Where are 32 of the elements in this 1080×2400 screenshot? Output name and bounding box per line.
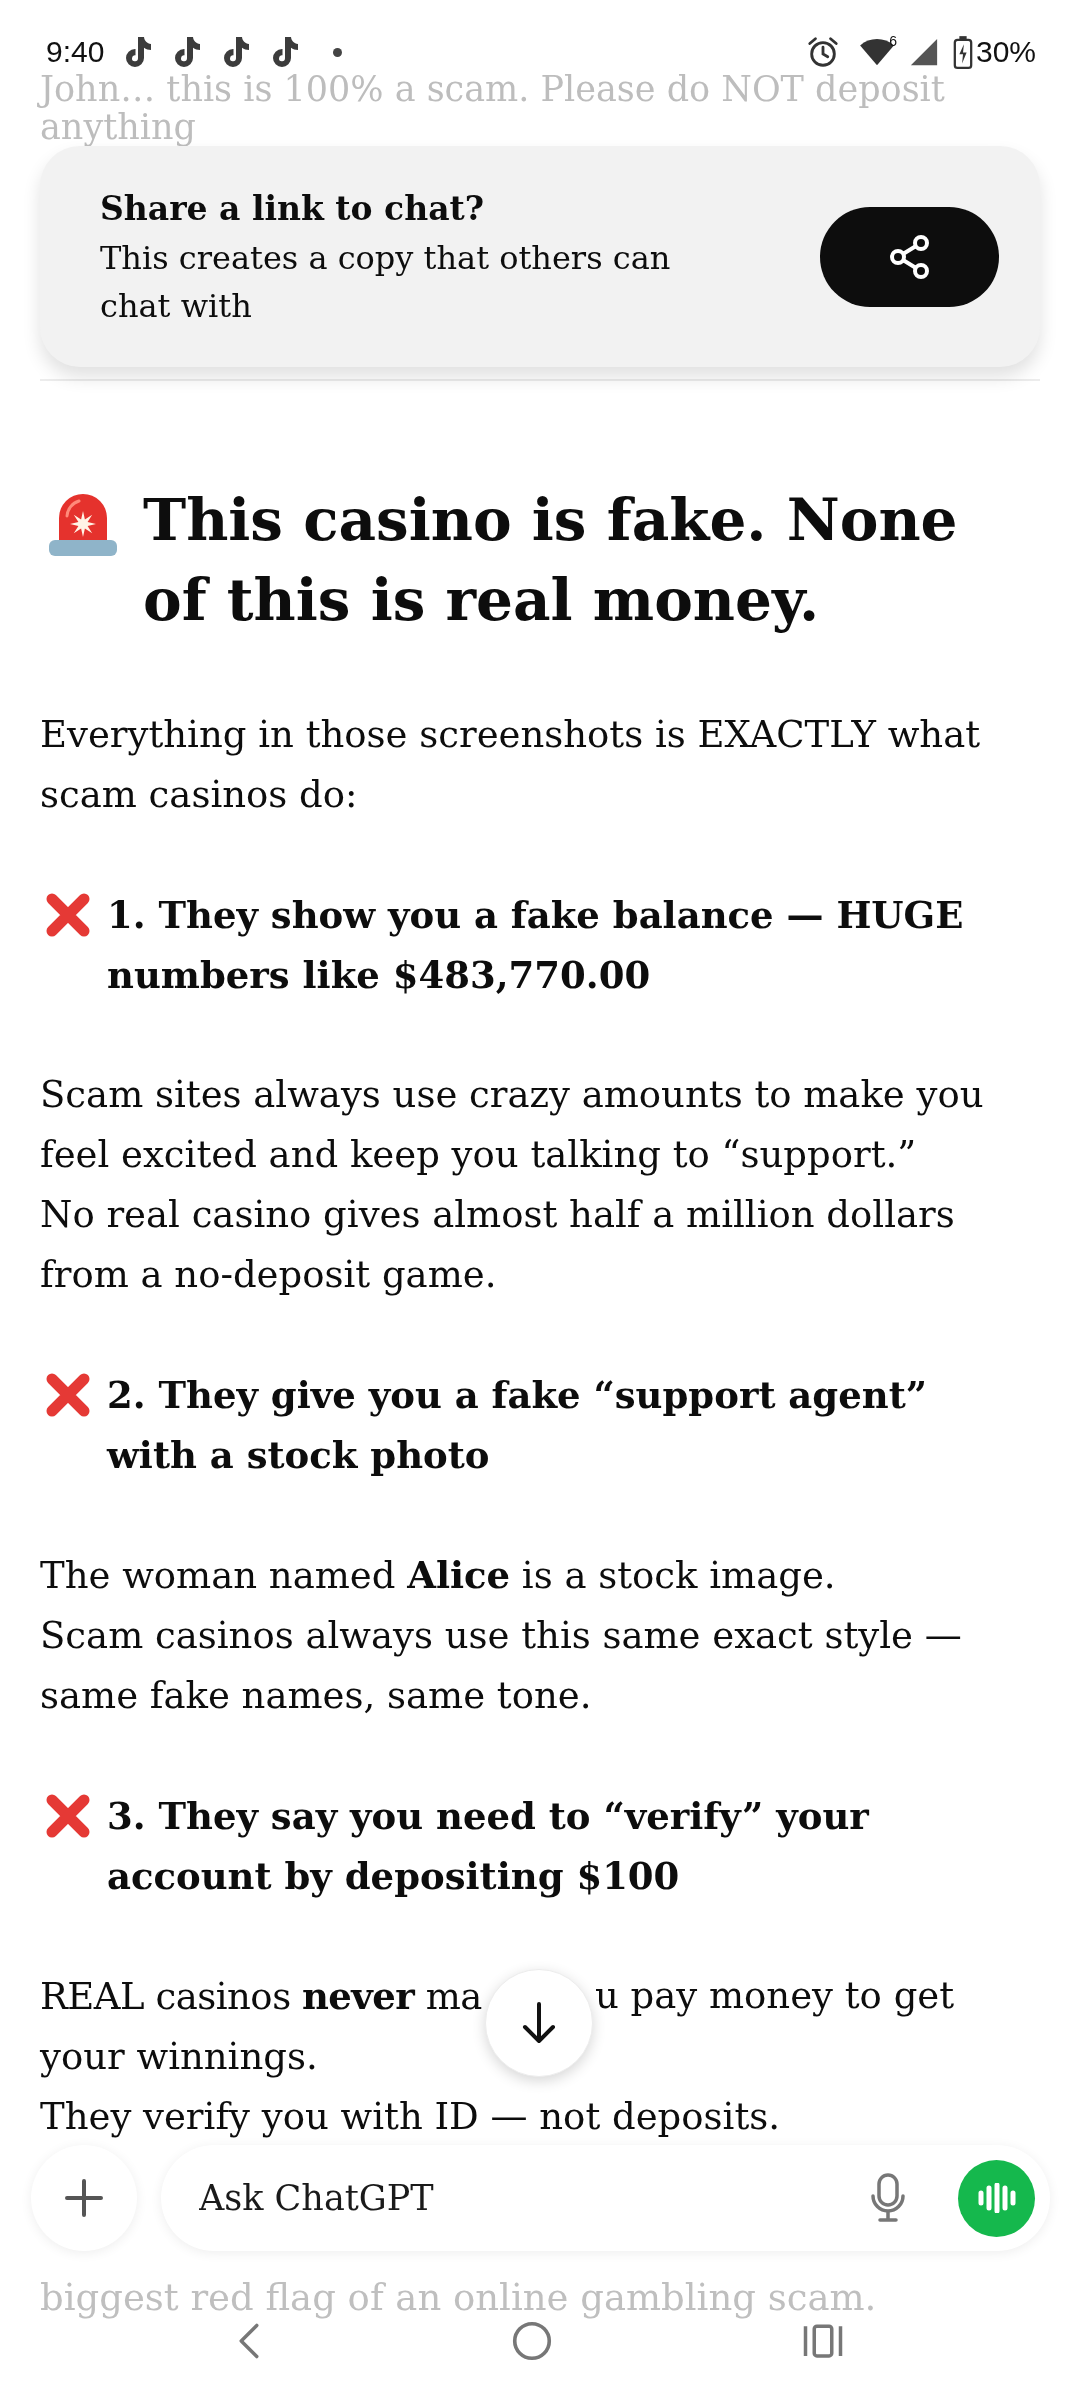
reply-heading: This casino is fake. None of this is real money. [143, 485, 959, 636]
alarm-clock-icon [806, 35, 841, 69]
point-heading: 2. They give you a fake “support agent” with a stock photo [107, 1372, 929, 1479]
point-heading: 1. They show you a fake balance — HUGE numbers like $483,770.00 [107, 892, 965, 999]
battery-percent: 30% [975, 35, 1036, 69]
battery-charging-icon [952, 34, 973, 70]
body-text: Scam casinos always use this same exact style — same fake names, same tone. [40, 1613, 963, 1719]
recent-apps-icon[interactable] [802, 2323, 844, 2359]
notification-dot-icon [333, 47, 343, 57]
music-note-icon [270, 35, 301, 69]
body-text: Scam sites always use crazy amounts to make you feel excited and keep you talking to “support.” [40, 1072, 985, 1178]
message-input-field[interactable]: Ask ChatGPT [199, 2170, 579, 2226]
plus-icon [63, 2177, 105, 2219]
faded-text: biggest red flag of an online gambling scam. [40, 2277, 878, 2319]
body-text: They verify you with ID — not deposits. [40, 2094, 781, 2140]
body-text: REAL casinos never ma [40, 1973, 482, 2020]
body-text: u pay money to get [595, 1973, 955, 2019]
body-text: The woman named Alice is a stock image. [40, 1552, 837, 1599]
status-time: 9:40 [46, 35, 105, 69]
body-text: your winnings. [40, 2034, 319, 2080]
music-note-icon [221, 35, 252, 69]
body-text: Everything in those screenshots is EXACTLY what scam casinos do: [40, 712, 982, 818]
wifi-standard-label: 6 [889, 34, 897, 48]
home-icon[interactable] [512, 2321, 552, 2361]
microphone-icon[interactable] [871, 2173, 905, 2223]
share-prompt-subtitle: This creates a copy that others can chat with [100, 237, 672, 327]
point-heading: 3. They say you need to “verify” your account by depositing $100 [107, 1793, 870, 1900]
share-prompt-title: Share a link to chat? [100, 187, 486, 230]
sound-wave-icon [977, 2183, 1016, 2213]
body-text: No real casino gives almost half a million dollars from a no-deposit game. [40, 1192, 956, 1298]
music-note-icon [172, 35, 203, 69]
music-note-icon [123, 35, 154, 69]
